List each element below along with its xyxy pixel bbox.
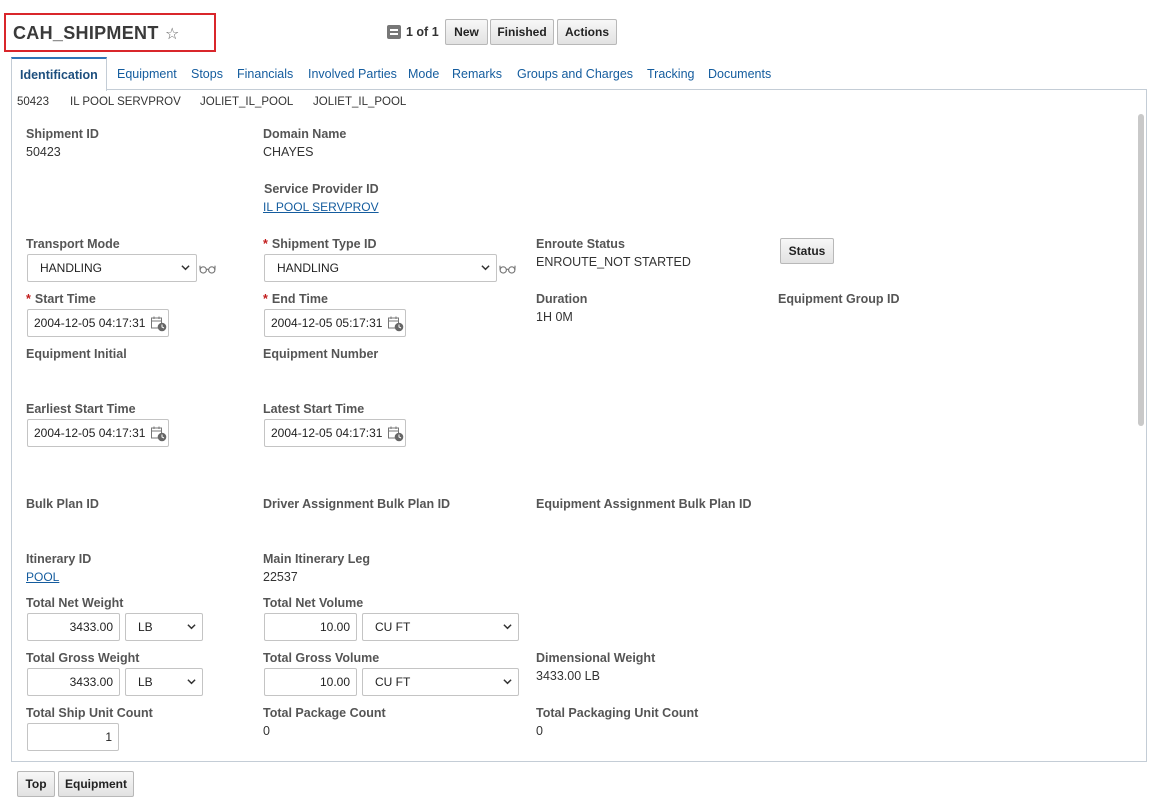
tab-mode[interactable]: Mode [408,57,439,90]
pager-count: 1 of 1 [406,25,439,39]
duration-label: Duration [536,292,588,306]
tab-financials[interactable]: Financials [237,57,293,90]
domain-name-value: CHAYES [263,145,314,159]
transport-mode-label: Transport Mode [26,237,120,251]
summary-service-provider: IL POOL SERVPROV [70,96,181,108]
total-gross-volume-input[interactable]: 10.00 [264,668,357,696]
lookup-glasses-icon[interactable] [499,264,516,274]
shipment-type-id-label: * Shipment Type ID [263,237,377,251]
total-package-count-value: 0 [263,724,270,738]
total-packaging-unit-count-label: Total Packaging Unit Count [536,706,699,720]
itinerary-id-label: Itinerary ID [26,552,92,566]
required-marker: * [263,292,268,306]
total-gross-volume-unit-select[interactable]: CU FT [362,668,519,696]
shipment-id-label: Shipment ID [26,127,99,141]
earliest-start-time-label: Earliest Start Time [26,402,136,416]
tab-remarks[interactable]: Remarks [452,57,502,90]
record-list-icon[interactable] [387,25,401,39]
calendar-icon[interactable] [388,426,404,442]
calendar-icon[interactable] [151,426,167,442]
itinerary-id-link[interactable]: POOL [26,570,59,584]
shipment-type-id-select[interactable]: HANDLING [264,254,497,282]
total-net-weight-unit-select[interactable]: LB [125,613,203,641]
tab-identification[interactable]: Identification [11,57,107,91]
chevron-down-icon [503,679,512,685]
equipment-number-label: Equipment Number [263,347,379,361]
shipment-type-id-value: HANDLING [277,261,340,275]
total-net-volume-input[interactable]: 10.00 [264,613,357,641]
enroute-status-label: Enroute Status [536,237,625,251]
dimensional-weight-label: Dimensional Weight [536,651,656,665]
transport-mode-select[interactable]: HANDLING [27,254,197,282]
total-ship-unit-count-label: Total Ship Unit Count [26,706,153,720]
total-net-weight-input[interactable]: 3433.00 [27,613,120,641]
chevron-down-icon [187,624,196,630]
transport-mode-value: HANDLING [40,261,103,275]
end-time-label: * End Time [263,292,328,306]
tab-tracking[interactable]: Tracking [647,57,694,90]
equipment-group-id-label: Equipment Group ID [778,292,900,306]
latest-start-time-label: Latest Start Time [263,402,365,416]
total-gross-weight-unit-select[interactable]: LB [125,668,203,696]
equipment-button[interactable]: Equipment [58,771,134,797]
actions-button[interactable]: Actions [557,19,617,45]
new-button[interactable]: New [445,19,488,45]
chevron-down-icon [481,265,490,271]
main-itinerary-leg-value: 22537 [263,570,298,584]
equipment-assignment-bulk-plan-id-label: Equipment Assignment Bulk Plan ID [536,497,752,511]
tab-equipment[interactable]: Equipment [117,57,177,90]
summary-shipment-id: 50423 [17,96,49,108]
total-package-count-label: Total Package Count [263,706,386,720]
total-packaging-unit-count-value: 0 [536,724,543,738]
start-time-label: * Start Time [26,292,96,306]
page-title: CAH_SHIPMENT [13,23,159,43]
total-gross-weight-input[interactable]: 3433.00 [27,668,120,696]
domain-name-label: Domain Name [263,127,347,141]
total-net-volume-label: Total Net Volume [263,596,364,610]
tab-stops[interactable]: Stops [191,57,223,90]
required-marker: * [263,237,268,251]
summary-source-location: JOLIET_IL_POOL [200,96,294,108]
status-button[interactable]: Status [780,238,834,264]
total-ship-unit-count-input[interactable]: 1 [27,723,119,751]
chevron-down-icon [181,265,190,271]
dimensional-weight-value: 3433.00 LB [536,669,600,683]
top-button[interactable]: Top [17,771,55,797]
service-provider-id-link[interactable]: IL POOL SERVPROV [263,200,379,214]
calendar-icon[interactable] [151,316,167,332]
required-marker: * [26,292,31,306]
service-provider-id-label: Service Provider ID [264,182,379,196]
favorite-star-icon[interactable]: ☆ [165,24,179,44]
chevron-down-icon [503,624,512,630]
tab-documents[interactable]: Documents [708,57,771,90]
earliest-start-time-input[interactable]: 2004-12-05 04:17:31 [27,419,169,447]
driver-assignment-bulk-plan-id-label: Driver Assignment Bulk Plan ID [263,497,451,511]
vertical-scrollbar[interactable] [1138,114,1144,426]
finished-button[interactable]: Finished [490,19,554,45]
total-gross-volume-label: Total Gross Volume [263,651,380,665]
tab-involved-parties[interactable]: Involved Parties [308,57,397,90]
equipment-initial-label: Equipment Initial [26,347,127,361]
duration-value: 1H 0M [536,310,573,324]
lookup-glasses-icon[interactable] [199,264,216,274]
start-time-input[interactable]: 2004-12-05 04:17:31 [27,309,169,337]
latest-start-time-input[interactable]: 2004-12-05 04:17:31 [264,419,406,447]
enroute-status-value: ENROUTE_NOT STARTED [536,255,691,269]
total-net-volume-unit-select[interactable]: CU FT [362,613,519,641]
shipment-id-value: 50423 [26,145,61,159]
tab-groups-and-charges[interactable]: Groups and Charges [517,57,633,90]
end-time-input[interactable]: 2004-12-05 05:17:31 [264,309,406,337]
calendar-icon[interactable] [388,316,404,332]
bulk-plan-id-label: Bulk Plan ID [26,497,99,511]
total-gross-weight-label: Total Gross Weight [26,651,140,665]
chevron-down-icon [187,679,196,685]
total-net-weight-label: Total Net Weight [26,596,124,610]
main-itinerary-leg-label: Main Itinerary Leg [263,552,370,566]
summary-destination-location: JOLIET_IL_POOL [313,96,407,108]
